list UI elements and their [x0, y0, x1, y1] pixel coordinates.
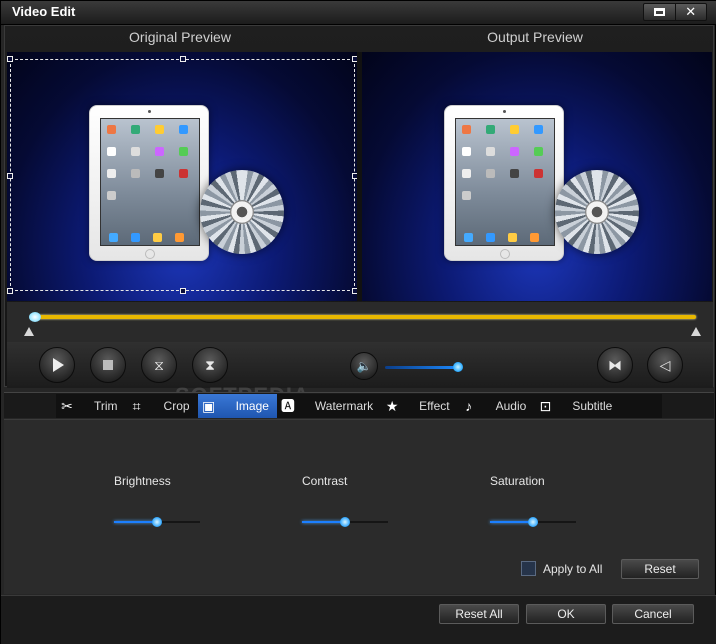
close-button[interactable]: ✕: [674, 4, 707, 20]
output-preview-label: Output Preview: [487, 29, 583, 45]
trim-end-marker[interactable]: [691, 327, 701, 336]
title-bar: Video Edit ✕: [1, 1, 716, 25]
apply-to-all-label: Apply to All: [543, 561, 603, 576]
original-preview-label: Original Preview: [129, 29, 231, 45]
apply-to-all-checkbox[interactable]: Apply to All: [521, 561, 602, 576]
tab-label: Watermark: [314, 399, 374, 413]
tab-label: Audio: [495, 399, 527, 413]
snapshot-icon: ⧖: [154, 356, 164, 373]
volume-knob[interactable]: [453, 362, 463, 372]
disc-image: [555, 170, 639, 254]
folder-button[interactable]: ⧗: [192, 347, 228, 383]
crop-handle[interactable]: [180, 56, 186, 62]
contrast-slider[interactable]: [302, 516, 388, 528]
tab-effect[interactable]: ★ Effect: [381, 394, 457, 418]
original-preview-pane[interactable]: [7, 52, 357, 301]
stop-button[interactable]: [90, 347, 126, 383]
tab-label: Trim: [94, 399, 118, 413]
timeline[interactable]: [7, 302, 713, 342]
trim-start-marker[interactable]: [24, 327, 34, 336]
volume-button[interactable]: 🔈: [350, 352, 378, 380]
saturation-knob[interactable]: [528, 517, 538, 527]
scissors-icon: ✂: [61, 397, 73, 414]
tab-label: Effect: [419, 399, 450, 413]
checkbox-box[interactable]: [521, 561, 536, 576]
tablet-image: [444, 105, 564, 261]
video-edit-window: Video Edit ✕ Original Preview Output Pre…: [0, 0, 716, 644]
reset-button[interactable]: Reset: [621, 559, 699, 579]
edit-tabs: ✂ Trim ⌗ Crop ▣ Image 🅰 Watermark ★ Effe…: [56, 394, 662, 418]
tab-subtitle[interactable]: ⊡ Subtitle: [534, 394, 620, 418]
volume-slider[interactable]: [385, 366, 461, 369]
crop-handle[interactable]: [180, 288, 186, 294]
footer-bar: Reset All OK Cancel: [1, 595, 716, 644]
tab-label: Image: [235, 399, 269, 413]
subtitle-icon: ⊡: [539, 397, 552, 414]
maximize-icon: [653, 8, 665, 16]
play-button[interactable]: [39, 347, 75, 383]
watermark-icon: 🅰: [280, 398, 295, 414]
cancel-button[interactable]: Cancel: [612, 604, 694, 624]
speaker-icon: 🔈: [356, 359, 372, 373]
tab-image[interactable]: ▣ Image: [197, 394, 277, 418]
crop-handle[interactable]: [7, 56, 13, 62]
flip-horizontal-button[interactable]: ⧓: [597, 347, 633, 383]
timeline-playhead[interactable]: [29, 312, 41, 322]
image-icon: ▣: [201, 397, 216, 414]
brightness-knob[interactable]: [152, 517, 162, 527]
playback-controls: ⧖ ⧗ 🔈 ⧓ ◁: [7, 342, 713, 388]
tab-audio[interactable]: ♪ Audio: [458, 394, 535, 418]
close-icon: ✕: [685, 4, 697, 19]
crop-handle[interactable]: [7, 288, 13, 294]
tab-label: Crop: [163, 399, 190, 413]
edit-tabs-bar: ✂ Trim ⌗ Crop ▣ Image 🅰 Watermark ★ Effe…: [4, 392, 714, 418]
crop-handle[interactable]: [7, 173, 13, 179]
flip-horizontal-icon: ⧓: [608, 356, 622, 373]
stop-icon: [103, 360, 113, 370]
snapshot-button[interactable]: ⧖: [141, 347, 177, 383]
saturation-slider[interactable]: [490, 516, 576, 528]
flip-vertical-icon: ◁: [659, 356, 671, 373]
saturation-label: Saturation: [490, 474, 545, 488]
maximize-button[interactable]: [644, 4, 675, 20]
tab-watermark[interactable]: 🅰 Watermark: [277, 394, 381, 418]
ok-button[interactable]: OK: [526, 604, 606, 624]
contrast-knob[interactable]: [340, 517, 350, 527]
contrast-label: Contrast: [302, 474, 348, 488]
image-adjust-panel: Brightness Contrast Saturation Apply to …: [4, 419, 714, 594]
crop-selection[interactable]: [7, 56, 357, 294]
tab-label: Subtitle: [572, 399, 613, 413]
timeline-track[interactable]: [33, 315, 696, 319]
play-icon: [53, 358, 64, 372]
flip-vertical-button[interactable]: ◁: [647, 347, 683, 383]
brightness-label: Brightness: [114, 474, 171, 488]
reset-all-button[interactable]: Reset All: [439, 604, 519, 624]
window-title: Video Edit: [12, 4, 76, 19]
tab-trim[interactable]: ✂ Trim: [56, 394, 126, 418]
music-note-icon: ♪: [465, 398, 473, 414]
star-icon: ★: [385, 397, 399, 414]
crop-icon: ⌗: [132, 397, 141, 414]
tab-crop[interactable]: ⌗ Crop: [126, 394, 198, 418]
folder-icon: ⧗: [205, 356, 215, 373]
output-preview-pane: [362, 52, 712, 301]
preview-area: Original Preview Output Preview ⧖ ⧗ 🔈 ⧓ …: [4, 25, 714, 388]
brightness-slider[interactable]: [114, 516, 200, 528]
window-controls: ✕: [643, 3, 707, 21]
